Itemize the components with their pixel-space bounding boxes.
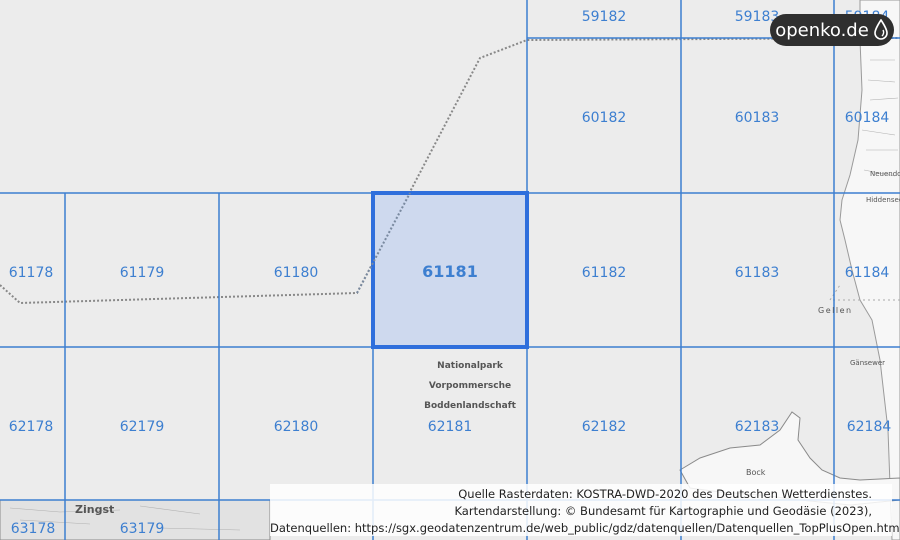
cell-label-61178: 61178 — [9, 265, 54, 281]
cell-label-62180: 62180 — [274, 419, 319, 435]
attribution-box: Quelle Rasterdaten: KOSTRA-DWD-2020 des … — [270, 484, 900, 537]
label-hiddensee: Hiddensee — [866, 196, 900, 204]
cell-label-63178: 63178 — [11, 521, 56, 537]
cell-label-62178: 62178 — [9, 419, 54, 435]
cell-label-62182: 62182 — [582, 419, 627, 435]
openko-logo[interactable]: openko.de — [770, 14, 894, 46]
cell-label-59182: 59182 — [582, 9, 627, 25]
attribution-line-3[interactable]: Datenquellen: https://sgx.geodatenzentru… — [270, 520, 900, 537]
cell-label-61183: 61183 — [735, 265, 780, 281]
cell-label-60184: 60184 — [845, 110, 890, 126]
cell-label-61184: 61184 — [845, 265, 890, 281]
cell-label-62183: 62183 — [735, 419, 780, 435]
label-gansewerder: Gänsewer — [850, 359, 885, 367]
water-drop-icon — [874, 19, 888, 40]
cell-label-63179: 63179 — [120, 521, 165, 537]
logo-text: openko.de — [775, 19, 869, 41]
label-nationalpark-2: Vorpommersche — [429, 381, 511, 391]
label-bock: Bock — [746, 468, 766, 477]
cell-label-61180: 61180 — [274, 265, 319, 281]
cell-label-62179: 62179 — [120, 419, 165, 435]
cell-label-62181: 62181 — [428, 419, 473, 435]
cell-label-60182: 60182 — [582, 110, 627, 126]
cell-label-62184: 62184 — [847, 419, 892, 435]
cell-label-61182: 61182 — [582, 265, 627, 281]
cell-label-61181: 61181 — [422, 262, 478, 281]
label-zingst: Zingst — [75, 503, 114, 516]
label-nationalpark-1: Nationalpark — [437, 361, 504, 371]
map-canvas[interactable]: 59182 59183 59184 60182 60183 60184 6117… — [0, 0, 900, 540]
cell-label-61179: 61179 — [120, 265, 165, 281]
attribution-line-1: Quelle Rasterdaten: KOSTRA-DWD-2020 des … — [458, 487, 872, 501]
label-gellen: Gellen — [818, 306, 853, 315]
cell-label-60183: 60183 — [735, 110, 780, 126]
attribution-line-2: Kartendarstellung: © Bundesamt für Karto… — [454, 504, 872, 518]
label-neuendorf: Neuendorf — [870, 170, 900, 178]
label-nationalpark-3: Boddenlandschaft — [424, 401, 517, 411]
